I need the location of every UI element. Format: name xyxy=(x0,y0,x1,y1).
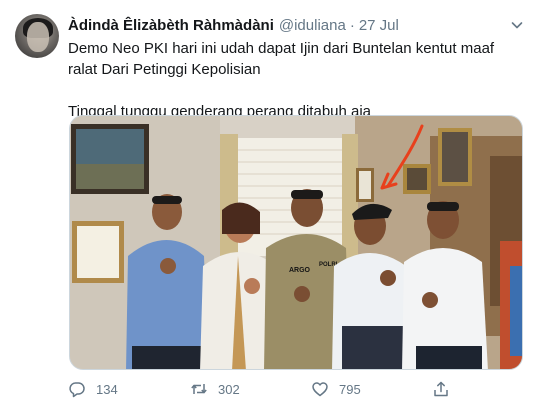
chevron-down-icon[interactable] xyxy=(510,18,524,32)
author-name[interactable]: Àdindà Êlizàbèth Ràhmàdàni xyxy=(68,17,274,34)
retweet-count: 302 xyxy=(218,381,240,397)
tweet-timestamp[interactable]: 27 Jul xyxy=(359,17,399,34)
tweet-text-paragraph: Demo Neo PKI hari ini udah dapat Ijin da… xyxy=(68,40,495,78)
like-icon xyxy=(312,382,328,397)
reply-button[interactable]: 134 xyxy=(68,378,118,400)
tweet-photo[interactable]: ARGO POLRI xyxy=(69,115,523,370)
tweet-header: Àdindà Êlizàbèth Ràhmàdàni @iduliana · 2… xyxy=(68,15,399,35)
like-button[interactable]: 795 xyxy=(311,378,361,400)
like-count: 795 xyxy=(339,381,361,397)
tweet[interactable]: Àdindà Êlizàbèth Ràhmàdàni @iduliana · 2… xyxy=(0,0,533,415)
avatar-face xyxy=(27,22,49,52)
retweet-icon xyxy=(191,384,207,394)
uniform-name-tag: ARGO xyxy=(289,267,311,274)
tweet-actions: 134 302 795 xyxy=(68,378,523,400)
avatar[interactable] xyxy=(15,14,59,58)
tweet-text: Demo Neo PKI hari ini udah dapat Ijin da… xyxy=(68,38,523,122)
share-icon xyxy=(434,381,448,397)
author-handle[interactable]: @iduliana xyxy=(279,17,346,34)
separator-dot: · xyxy=(349,16,355,34)
share-button[interactable] xyxy=(432,378,460,400)
reply-icon xyxy=(69,382,85,398)
reply-count: 134 xyxy=(96,381,118,397)
retweet-button[interactable]: 302 xyxy=(190,378,240,400)
photo-scene: ARGO POLRI xyxy=(70,116,522,369)
